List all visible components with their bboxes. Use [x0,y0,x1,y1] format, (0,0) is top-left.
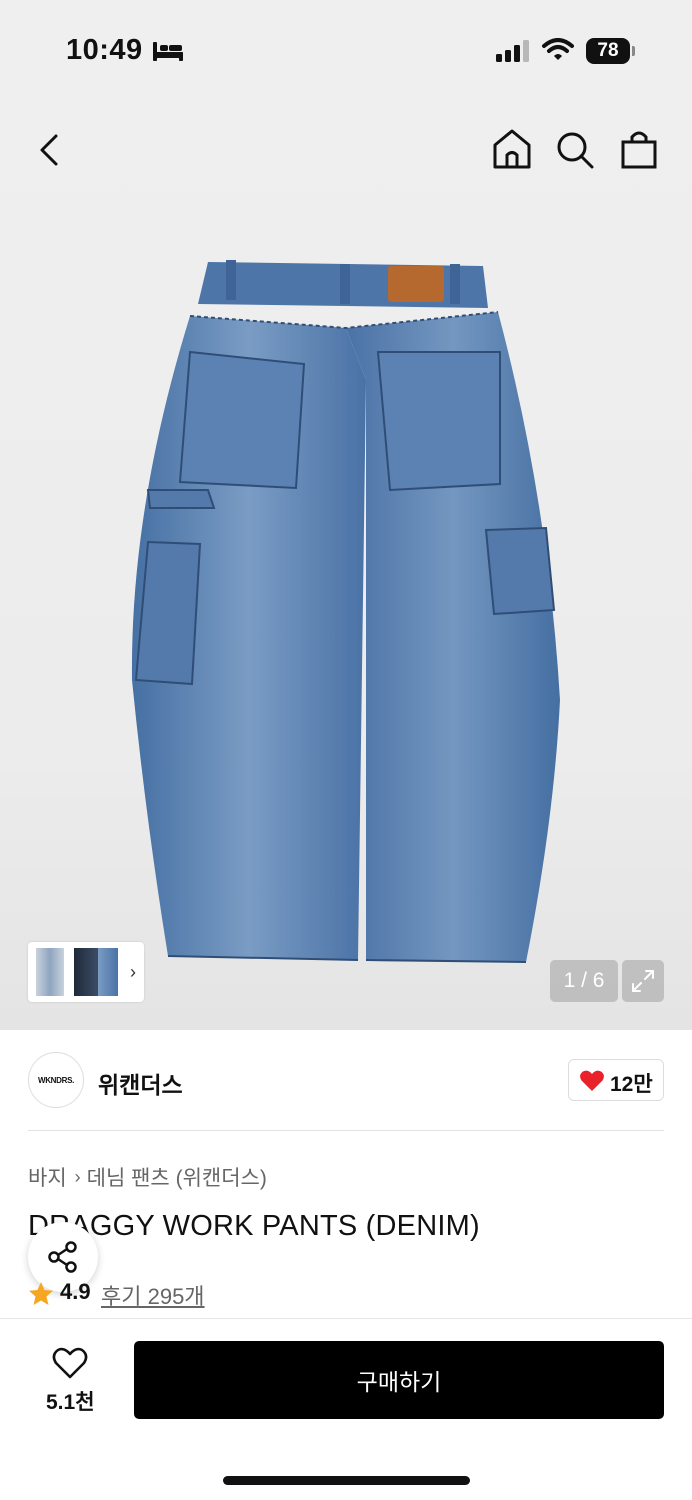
heart-outline-icon[interactable] [52,1346,88,1380]
expand-button[interactable] [622,960,664,1002]
status-time: 10:49 [66,34,143,66]
signal-icon [496,40,529,62]
home-indicator [223,1476,470,1485]
bag-icon[interactable] [620,128,658,170]
share-icon [48,1241,77,1273]
thumbnail-3[interactable] [98,948,118,996]
battery-nub [632,46,635,56]
battery-indicator: 78 [586,38,630,64]
breadcrumb-category[interactable]: 바지 [28,1162,67,1192]
expand-icon [632,970,654,992]
reviews-link[interactable]: 후기 295개 [101,1279,205,1311]
chevron-right-icon: › [74,1166,81,1187]
wifi-icon [542,38,574,60]
status-bar: 10:49 78 [0,0,692,100]
product-title: DRAGGY WORK PANTS (DENIM) [28,1210,480,1242]
thumbnail-2[interactable] [74,948,98,996]
home-icon[interactable] [492,128,532,170]
product-image-jeans [131,260,560,963]
thumbnail-strip[interactable]: › [28,942,144,1002]
brand-like-button[interactable]: 12만 [568,1059,664,1101]
buy-button[interactable]: 구매하기 [134,1341,664,1419]
star-icon [29,1282,53,1305]
heart-icon [580,1070,604,1091]
wish-count: 5.1천 [46,1391,95,1414]
breadcrumb: 바지 › 데님 팬츠 (위캔더스) [28,1162,267,1192]
brand-name[interactable]: 위캔더스 [98,1066,183,1100]
image-counter: 1 / 6 [550,960,618,1002]
bed-icon [153,42,183,61]
breadcrumb-subcategory[interactable]: 데님 팬츠 (위캔더스) [87,1162,267,1192]
brand-like-count: 12만 [610,1073,653,1096]
back-icon[interactable] [30,130,70,170]
search-icon[interactable] [555,130,595,170]
chevron-right-icon[interactable]: › [130,962,136,983]
divider [28,1130,664,1131]
brand-logo[interactable]: WKNDRS. [28,1052,84,1108]
thumbnail-1[interactable] [36,948,64,996]
product-image-gallery[interactable]: › 1 / 6 [0,100,692,1030]
rating-value: 4.9 [60,1279,91,1304]
